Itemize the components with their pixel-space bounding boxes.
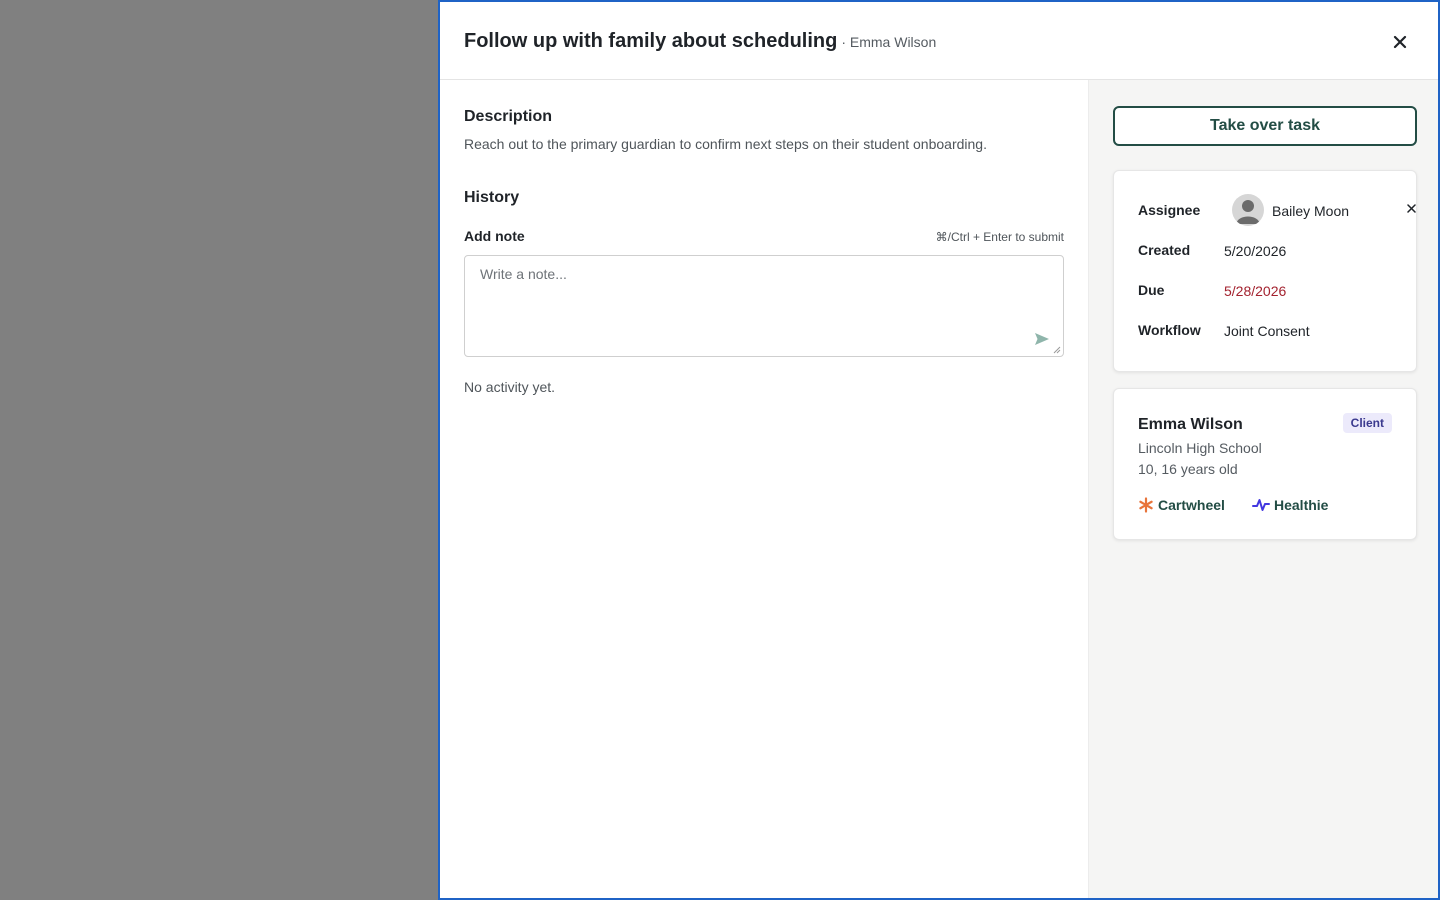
- description-text: Reach out to the primary guardian to con…: [464, 136, 987, 152]
- workflow-value: Joint Consent: [1224, 323, 1310, 339]
- send-note-button[interactable]: [1033, 330, 1051, 348]
- resize-grip-icon[interactable]: [1053, 346, 1061, 354]
- workflow-label: Workflow: [1138, 322, 1201, 338]
- history-heading: History: [464, 189, 520, 206]
- client-grade-age: 10, 16 years old: [1138, 461, 1238, 477]
- task-sidebar: Take over task Assignee Bailey Moon Crea…: [1088, 80, 1438, 898]
- due-date-value[interactable]: 5/28/2026: [1224, 283, 1286, 299]
- submit-shortcut-hint: ⌘/Ctrl + Enter to submit: [935, 230, 1064, 244]
- healthie-label: Healthie: [1274, 497, 1329, 513]
- send-icon: [1035, 333, 1049, 345]
- created-value: 5/20/2026: [1224, 243, 1287, 259]
- due-label: Due: [1138, 282, 1165, 298]
- healthie-link[interactable]: Healthie: [1252, 497, 1328, 513]
- task-main-panel: Description Reach out to the primary gua…: [440, 80, 1088, 898]
- assignee-label: Assignee: [1138, 202, 1201, 218]
- pulse-icon: [1252, 499, 1270, 511]
- drawer-header: Follow up with family about scheduling · …: [440, 2, 1438, 80]
- take-over-task-button[interactable]: Take over task: [1113, 106, 1417, 146]
- user-avatar-icon: [1236, 200, 1260, 224]
- close-button[interactable]: [1388, 30, 1412, 54]
- remove-assignee-button[interactable]: [1404, 201, 1418, 215]
- add-note-label: Add note: [464, 228, 525, 244]
- close-icon: [1406, 203, 1416, 213]
- asterisk-icon: [1139, 497, 1153, 513]
- cartwheel-label: Cartwheel: [1158, 497, 1225, 513]
- task-drawer: Follow up with family about scheduling · …: [438, 0, 1440, 900]
- created-label: Created: [1138, 242, 1191, 258]
- close-icon: [1393, 35, 1407, 49]
- note-editor: [464, 255, 1064, 357]
- task-details-card: Assignee Bailey Moon Created 5/20/2026 D…: [1113, 170, 1417, 372]
- note-input[interactable]: [465, 256, 1063, 356]
- empty-activity-text: No activity yet.: [464, 379, 556, 395]
- cartwheel-link[interactable]: Cartwheel: [1138, 497, 1225, 513]
- avatar: [1232, 194, 1264, 226]
- client-school: Lincoln High School: [1138, 440, 1262, 456]
- client-badge: Client: [1342, 413, 1392, 433]
- assignee-name[interactable]: Bailey Moon: [1272, 203, 1349, 219]
- client-card: Emma Wilson Client Lincoln High School 1…: [1113, 388, 1417, 540]
- page-title: Follow up with family about scheduling · …: [464, 30, 936, 53]
- description-heading: Description: [464, 108, 553, 125]
- task-client-subtitle: · Emma Wilson: [841, 34, 937, 50]
- client-name[interactable]: Emma Wilson: [1138, 416, 1243, 434]
- task-title: Follow up with family about scheduling: [464, 30, 838, 52]
